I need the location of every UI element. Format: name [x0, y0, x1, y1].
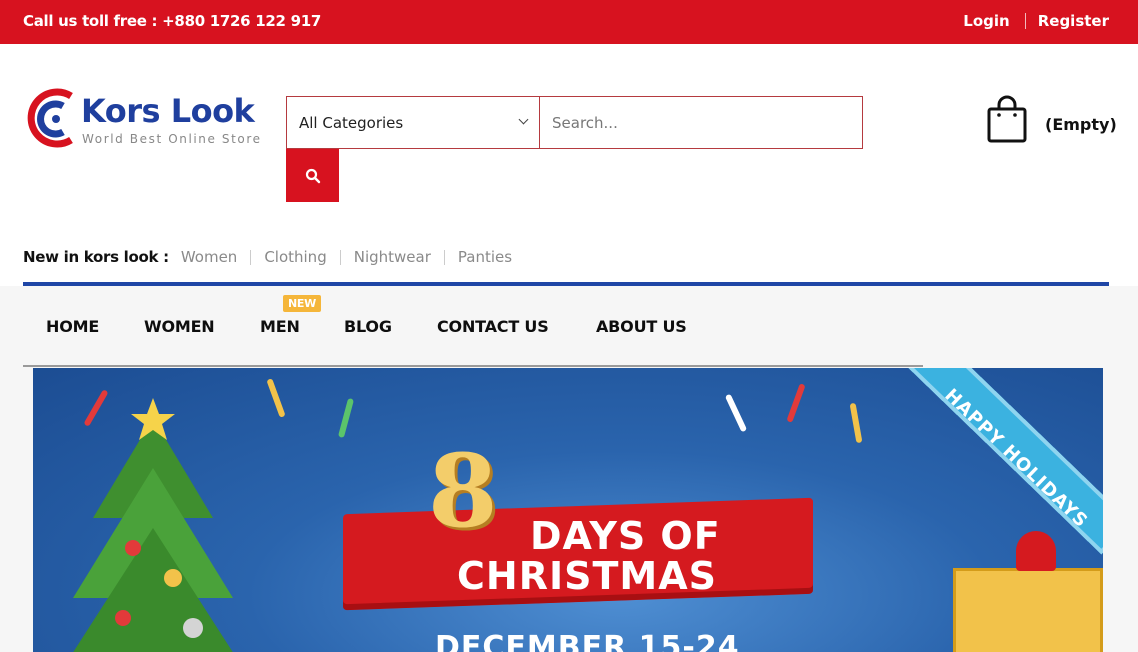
gift-box-icon [953, 531, 1103, 652]
new-in-label: New in kors look : [23, 248, 169, 266]
register-link[interactable]: Register [1038, 12, 1109, 30]
new-in-links: New in kors look : Women Clothing Nightw… [23, 248, 512, 266]
category-selected-label: All Categories [299, 114, 404, 132]
main-nav: HOME WOMEN MEN NEW BLOG CONTACT US ABOUT… [23, 286, 923, 367]
banner-line-1: DAYS OF [530, 514, 721, 558]
logo-name: Kors Look [81, 92, 255, 130]
search-button[interactable] [286, 149, 339, 202]
site-logo[interactable]: Kors Look World Best Online Store [23, 86, 273, 150]
category-select[interactable]: All Categories [287, 97, 540, 148]
divider [250, 249, 252, 265]
streamer-decoration [337, 397, 355, 439]
nav-item-blog[interactable]: BLOG [344, 317, 392, 336]
logo-mark-icon [27, 88, 73, 148]
hero-banner[interactable]: HAPPY HOLIDAYS 8 DAYS OF CHRISTMAS DECEM… [33, 368, 1103, 652]
cart-status: (Empty) [1045, 115, 1117, 134]
nav-item-women[interactable]: WOMEN [144, 317, 215, 336]
cart-button[interactable]: (Empty) [986, 95, 1117, 145]
nav-item-men[interactable]: MEN [260, 317, 300, 336]
streamer-decoration [786, 383, 806, 423]
logo-tagline: World Best Online Store [82, 132, 262, 146]
nav-item-home[interactable]: HOME [46, 317, 99, 336]
new-in-link-clothing[interactable]: Clothing [264, 248, 326, 266]
streamer-decoration [849, 402, 863, 444]
divider [443, 249, 445, 265]
divider [1024, 13, 1026, 29]
nav-item-contact-us[interactable]: CONTACT US [437, 317, 549, 336]
auth-links: Login Register [963, 12, 1109, 30]
corner-ribbon [864, 368, 1103, 555]
nav-item-about-us[interactable]: ABOUT US [596, 317, 687, 336]
divider [339, 249, 341, 265]
corner-ribbon-text: HAPPY HOLIDAYS [940, 384, 1092, 533]
login-link[interactable]: Login [963, 12, 1009, 30]
streamer-decoration [724, 393, 748, 433]
new-in-link-nightwear[interactable]: Nightwear [354, 248, 431, 266]
banner-number: 8 [428, 432, 498, 550]
search-bar: All Categories [286, 96, 863, 149]
christmas-tree-icon [73, 398, 233, 652]
streamer-decoration [266, 378, 286, 418]
search-input[interactable] [540, 97, 862, 148]
chevron-down-icon [518, 114, 529, 125]
new-in-link-panties[interactable]: Panties [458, 248, 512, 266]
new-badge: NEW [283, 295, 321, 312]
search-icon [305, 168, 320, 183]
toll-free-phone: Call us toll free : +880 1726 122 917 [23, 12, 321, 30]
new-in-link-women[interactable]: Women [181, 248, 237, 266]
banner-line-2: CHRISTMAS [457, 554, 717, 598]
banner-line-3: DECEMBER 15-24 [435, 630, 740, 652]
top-bar: Call us toll free : +880 1726 122 917 Lo… [0, 0, 1138, 44]
shopping-bag-icon [987, 95, 1027, 143]
